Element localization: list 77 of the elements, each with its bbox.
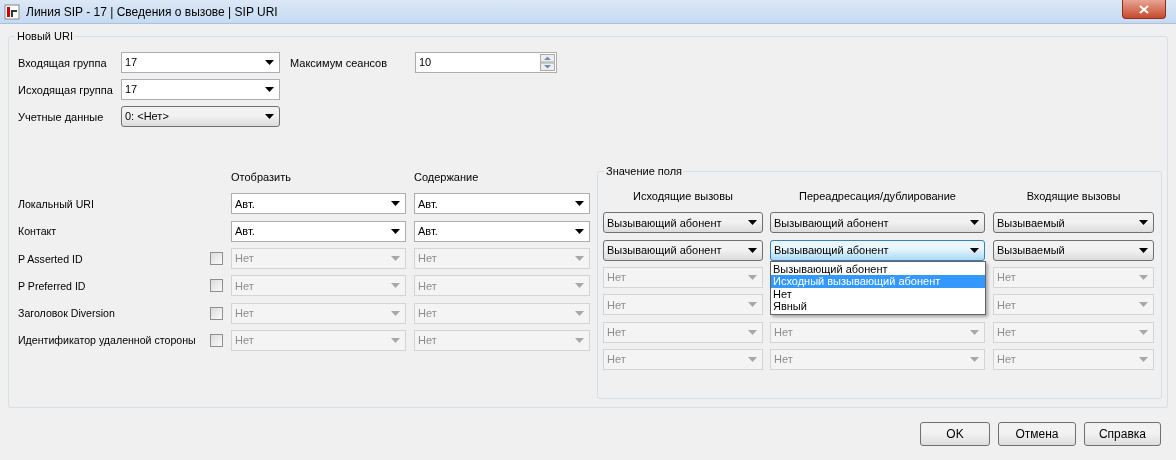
caret-icon xyxy=(970,220,979,226)
dropdown-option[interactable]: Явный xyxy=(771,300,985,313)
caret-icon xyxy=(1139,220,1148,226)
caret-icon xyxy=(748,220,757,226)
group-title: Новый URI xyxy=(15,29,75,43)
dropdown[interactable]: Авт. xyxy=(231,220,406,242)
caret-icon xyxy=(575,337,584,343)
group-title: Значение поля xyxy=(604,164,685,178)
number-field[interactable]: 10 xyxy=(415,52,557,73)
spin-buttons-icon[interactable] xyxy=(540,54,555,71)
caret-icon xyxy=(575,228,584,234)
dropdown[interactable]: 17 xyxy=(121,52,280,73)
dialog-button[interactable]: Отмена xyxy=(998,422,1076,446)
caret-icon xyxy=(575,256,584,262)
caret-icon xyxy=(1139,329,1148,335)
caret-icon xyxy=(748,329,757,335)
row-label: Контакт xyxy=(18,224,58,240)
checkbox[interactable] xyxy=(210,252,223,266)
caret-icon xyxy=(575,283,584,289)
caret-icon xyxy=(265,60,274,65)
dropdown[interactable]: Вызывающий абонент xyxy=(770,239,985,261)
caret-icon xyxy=(970,247,979,253)
caret-icon xyxy=(748,356,757,362)
field-label: Входящая группа xyxy=(18,55,108,71)
row-label: Идентификатор удаленной стороны xyxy=(18,333,197,349)
caret-icon xyxy=(748,302,757,308)
dropdown[interactable]: Вызывающий абонент xyxy=(603,239,763,261)
row-label: Локальный URI xyxy=(18,196,95,212)
dropdown-option[interactable]: Нет xyxy=(771,287,985,301)
caret-icon xyxy=(391,310,400,316)
caret-icon xyxy=(391,256,400,262)
column-header: Исходящие вызовы xyxy=(632,188,734,204)
close-button[interactable] xyxy=(1122,0,1166,19)
close-icon xyxy=(1139,4,1149,14)
caret-icon xyxy=(391,337,400,343)
dropdown[interactable]: Вызываемый xyxy=(993,212,1154,234)
dropdown[interactable]: 0: <Нет> xyxy=(121,106,280,127)
dropdown-option[interactable]: Вызывающий абонент xyxy=(771,262,985,276)
column-header: Содержание xyxy=(414,169,480,185)
dropdown[interactable]: Вызывающий абонент xyxy=(603,212,763,234)
checkbox[interactable] xyxy=(210,306,223,320)
field-label: Максимум сеансов xyxy=(290,55,389,71)
dropdown[interactable]: Авт. xyxy=(414,193,590,215)
row-label: P Preferred ID xyxy=(18,278,87,294)
caret-icon xyxy=(748,247,757,253)
caret-icon xyxy=(1139,275,1148,281)
caret-icon xyxy=(1139,356,1148,362)
column-header: Переадресация/дублирование xyxy=(798,188,957,204)
row-label: P Asserted ID xyxy=(18,251,84,267)
caret-icon xyxy=(575,310,584,316)
caret-icon xyxy=(391,283,400,289)
caret-icon xyxy=(265,87,274,92)
dialog-button[interactable]: Справка xyxy=(1084,422,1161,446)
column-header: Входящие вызовы xyxy=(1025,188,1122,204)
dialog-button[interactable]: OK xyxy=(920,422,990,446)
caret-icon xyxy=(391,228,400,234)
caret-icon xyxy=(1139,247,1148,253)
caret-icon xyxy=(391,201,400,207)
caret-icon xyxy=(575,201,584,207)
column-header: Отобразить xyxy=(231,169,292,185)
dropdown[interactable]: Авт. xyxy=(414,220,590,242)
caret-icon xyxy=(748,275,757,281)
dropdown[interactable]: Авт. xyxy=(231,193,406,215)
row-label: Заголовок Diversion xyxy=(18,306,116,322)
window-title: Линия SIP - 17 | Сведения о вызове | SIP URI xyxy=(26,3,278,21)
caret-icon xyxy=(970,329,979,335)
dropdown[interactable]: Вызывающий абонент xyxy=(770,212,985,234)
dropdown[interactable]: 17 xyxy=(121,79,280,100)
dropdown[interactable]: Вызываемый xyxy=(993,239,1154,261)
checkbox[interactable] xyxy=(210,333,223,347)
caret-icon xyxy=(265,114,274,119)
checkbox[interactable] xyxy=(210,279,223,293)
field-label: Исходящая группа xyxy=(18,82,114,98)
app-icon xyxy=(4,3,20,20)
caret-icon xyxy=(970,356,979,362)
field-label: Учетные данные xyxy=(18,109,105,125)
caret-icon xyxy=(1139,302,1148,308)
